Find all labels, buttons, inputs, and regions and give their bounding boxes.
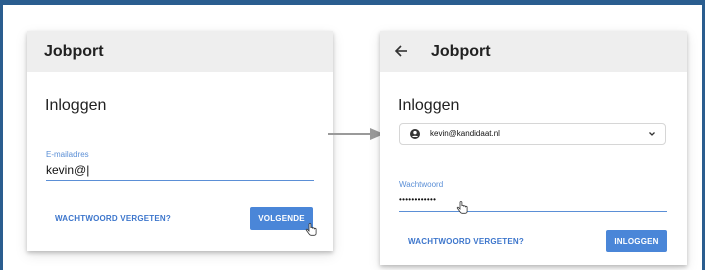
email-field-label: E-mailadres [46, 150, 89, 159]
account-circle-icon [410, 129, 420, 139]
password-field-underline [399, 211, 667, 212]
login-card-password-step: Jobport Inloggen kevin@kandidaat.nl Wach… [380, 31, 687, 265]
password-field-label: Wachtwoord [399, 180, 444, 189]
account-email: kevin@kandidaat.nl [430, 129, 500, 138]
pointer-cursor-icon [456, 201, 468, 214]
app-title: Jobport [431, 43, 491, 60]
app-bar: Jobport [27, 31, 333, 72]
password-field[interactable]: •••••••••••• [399, 195, 436, 204]
forgot-password-link[interactable]: WACHTWOORD VERGETEN? [408, 237, 524, 246]
app-bar: Jobport [380, 31, 687, 72]
back-arrow-icon[interactable] [394, 44, 408, 58]
chevron-down-icon [649, 132, 655, 136]
email-field[interactable]: kevin@| [46, 163, 89, 177]
account-selector[interactable]: kevin@kandidaat.nl [399, 123, 666, 145]
login-heading: Inloggen [45, 97, 107, 114]
login-button[interactable]: INLOGGEN [606, 230, 667, 252]
flow-arrow-icon [328, 128, 384, 140]
login-card-email-step: Jobport Inloggen E-mailadres kevin@| WAC… [27, 31, 333, 251]
app-title: Jobport [44, 43, 104, 60]
next-button[interactable]: VOLGENDE [250, 207, 313, 230]
forgot-password-link[interactable]: WACHTWOORD VERGETEN? [55, 214, 171, 223]
login-heading: Inloggen [398, 97, 460, 114]
email-field-underline [46, 180, 314, 181]
pointer-cursor-icon [305, 223, 317, 236]
